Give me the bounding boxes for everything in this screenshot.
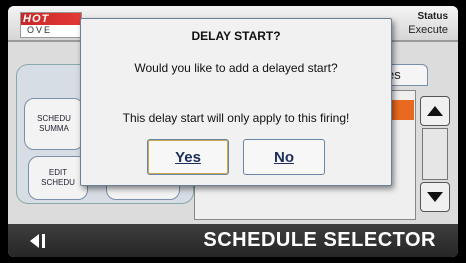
screen-title: SCHEDULE SELECTOR bbox=[203, 229, 436, 251]
scroll-up-button[interactable] bbox=[420, 96, 450, 126]
footer-bar: SCHEDULE SELECTOR bbox=[8, 224, 458, 257]
triangle-up-icon bbox=[427, 106, 443, 116]
brand-logo: HOT OVE bbox=[20, 12, 82, 38]
edit-schedule-button[interactable]: EDIT SCHEDU bbox=[28, 156, 88, 200]
dialog-question: Would you like to add a delayed start? bbox=[134, 61, 338, 75]
scrollbar-track[interactable] bbox=[422, 128, 448, 180]
back-arrow-icon bbox=[30, 234, 45, 248]
dialog-note: This delay start will only apply to this… bbox=[122, 111, 350, 125]
back-button[interactable] bbox=[30, 234, 50, 248]
no-button[interactable]: No bbox=[243, 139, 325, 175]
logo-mark: HOT bbox=[21, 13, 81, 25]
status-label: Status bbox=[417, 11, 448, 22]
delay-start-dialog: DELAY START? Would you like to add a del… bbox=[80, 18, 392, 186]
scroll-down-button[interactable] bbox=[420, 182, 450, 212]
touch-screen: HOT OVE Status Execute SCHEDU SUMMA EDIT… bbox=[8, 6, 458, 257]
triangle-down-icon bbox=[427, 192, 443, 202]
yes-button[interactable]: Yes bbox=[147, 139, 229, 175]
status-value: Execute bbox=[408, 24, 448, 36]
schedule-summary-button[interactable]: SCHEDU SUMMA bbox=[24, 98, 84, 150]
logo-subtext: OVE bbox=[27, 25, 53, 35]
dialog-title: DELAY START? bbox=[191, 29, 281, 43]
